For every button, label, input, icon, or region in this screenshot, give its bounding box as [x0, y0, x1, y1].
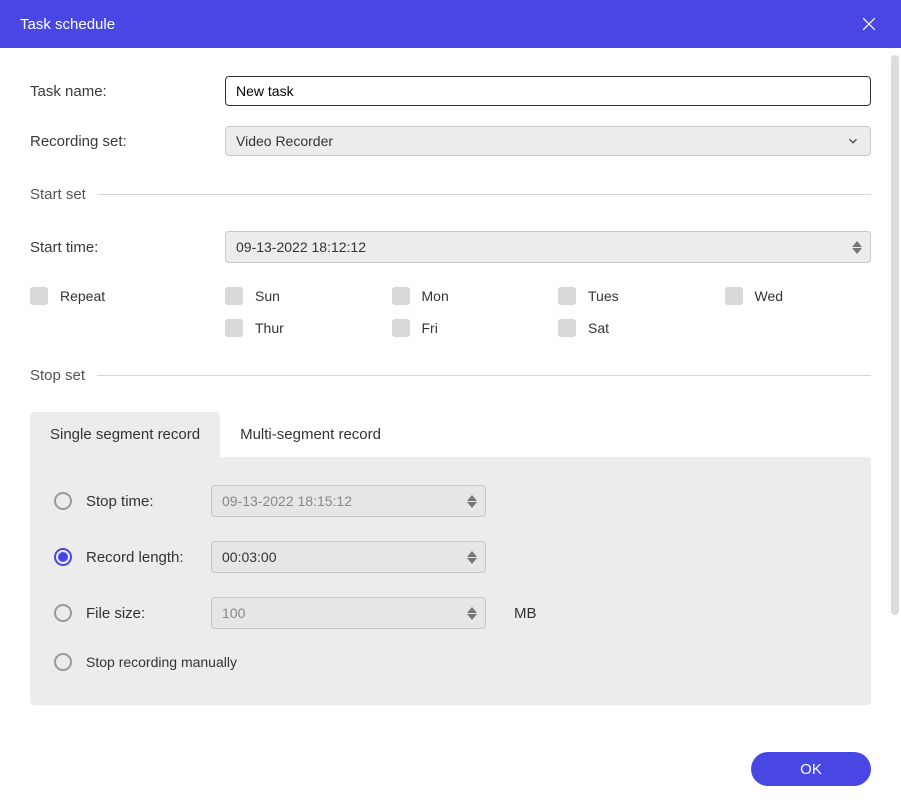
- spinner-up-icon[interactable]: [467, 607, 477, 613]
- file-size-input[interactable]: 100: [211, 597, 486, 629]
- stop-set-heading: Stop set: [30, 367, 85, 384]
- manual-stop-radio[interactable]: [54, 653, 72, 671]
- start-time-input[interactable]: 09-13-2022 18:12:12: [225, 231, 871, 263]
- tab-single-segment[interactable]: Single segment record: [30, 412, 220, 457]
- record-length-input[interactable]: 00:03:00: [211, 541, 486, 573]
- day-sun-label: Sun: [255, 288, 280, 304]
- record-length-label: Record length:: [86, 549, 211, 566]
- recording-set-select[interactable]: Video Recorder: [225, 126, 871, 156]
- spinner-up-icon[interactable]: [467, 495, 477, 501]
- spinner-up-icon[interactable]: [852, 241, 862, 247]
- day-mon-checkbox[interactable]: [392, 287, 410, 305]
- stop-time-value: 09-13-2022 18:15:12: [222, 493, 352, 509]
- recording-set-label: Recording set:: [30, 133, 225, 150]
- divider: [98, 194, 871, 195]
- file-size-label: File size:: [86, 605, 211, 622]
- day-sat-label: Sat: [588, 320, 609, 336]
- stop-time-label: Stop time:: [86, 493, 211, 510]
- content-area: Task name: Recording set: Video Recorder…: [0, 48, 901, 728]
- stop-time-radio[interactable]: [54, 492, 72, 510]
- stop-time-input[interactable]: 09-13-2022 18:15:12: [211, 485, 486, 517]
- chevron-down-icon: [846, 134, 860, 148]
- scrollbar[interactable]: [891, 55, 899, 615]
- divider: [97, 375, 871, 376]
- recording-set-value: Video Recorder: [236, 133, 333, 149]
- day-tues-checkbox[interactable]: [558, 287, 576, 305]
- spinner-up-icon[interactable]: [467, 551, 477, 557]
- task-name-label: Task name:: [30, 83, 225, 100]
- close-icon[interactable]: [857, 12, 881, 36]
- manual-stop-label: Stop recording manually: [86, 654, 237, 670]
- day-tues-label: Tues: [588, 288, 619, 304]
- repeat-label: Repeat: [60, 288, 105, 304]
- start-set-heading: Start set: [30, 186, 86, 203]
- record-length-radio[interactable]: [54, 548, 72, 566]
- file-size-value: 100: [222, 605, 245, 621]
- day-wed-label: Wed: [755, 288, 784, 304]
- day-thur-label: Thur: [255, 320, 284, 336]
- day-fri-checkbox[interactable]: [392, 319, 410, 337]
- titlebar: Task schedule: [0, 0, 901, 48]
- tab-panel-single: Stop time: 09-13-2022 18:15:12 Record le…: [30, 457, 871, 705]
- day-mon-label: Mon: [422, 288, 449, 304]
- ok-button[interactable]: OK: [751, 752, 871, 786]
- day-sun-checkbox[interactable]: [225, 287, 243, 305]
- day-thur-checkbox[interactable]: [225, 319, 243, 337]
- spinner-down-icon[interactable]: [467, 614, 477, 620]
- file-size-radio[interactable]: [54, 604, 72, 622]
- spinner-down-icon[interactable]: [852, 248, 862, 254]
- window-title: Task schedule: [20, 16, 115, 33]
- task-name-input[interactable]: [225, 76, 871, 106]
- footer: OK: [0, 738, 901, 800]
- day-sat-checkbox[interactable]: [558, 319, 576, 337]
- start-time-label: Start time:: [30, 239, 225, 256]
- file-size-unit: MB: [514, 605, 537, 622]
- spinner-down-icon[interactable]: [467, 558, 477, 564]
- record-length-value: 00:03:00: [222, 549, 277, 565]
- day-fri-label: Fri: [422, 320, 438, 336]
- spinner-down-icon[interactable]: [467, 502, 477, 508]
- repeat-checkbox[interactable]: [30, 287, 48, 305]
- day-wed-checkbox[interactable]: [725, 287, 743, 305]
- start-time-value: 09-13-2022 18:12:12: [236, 239, 366, 255]
- tab-multi-segment[interactable]: Multi-segment record: [220, 412, 401, 457]
